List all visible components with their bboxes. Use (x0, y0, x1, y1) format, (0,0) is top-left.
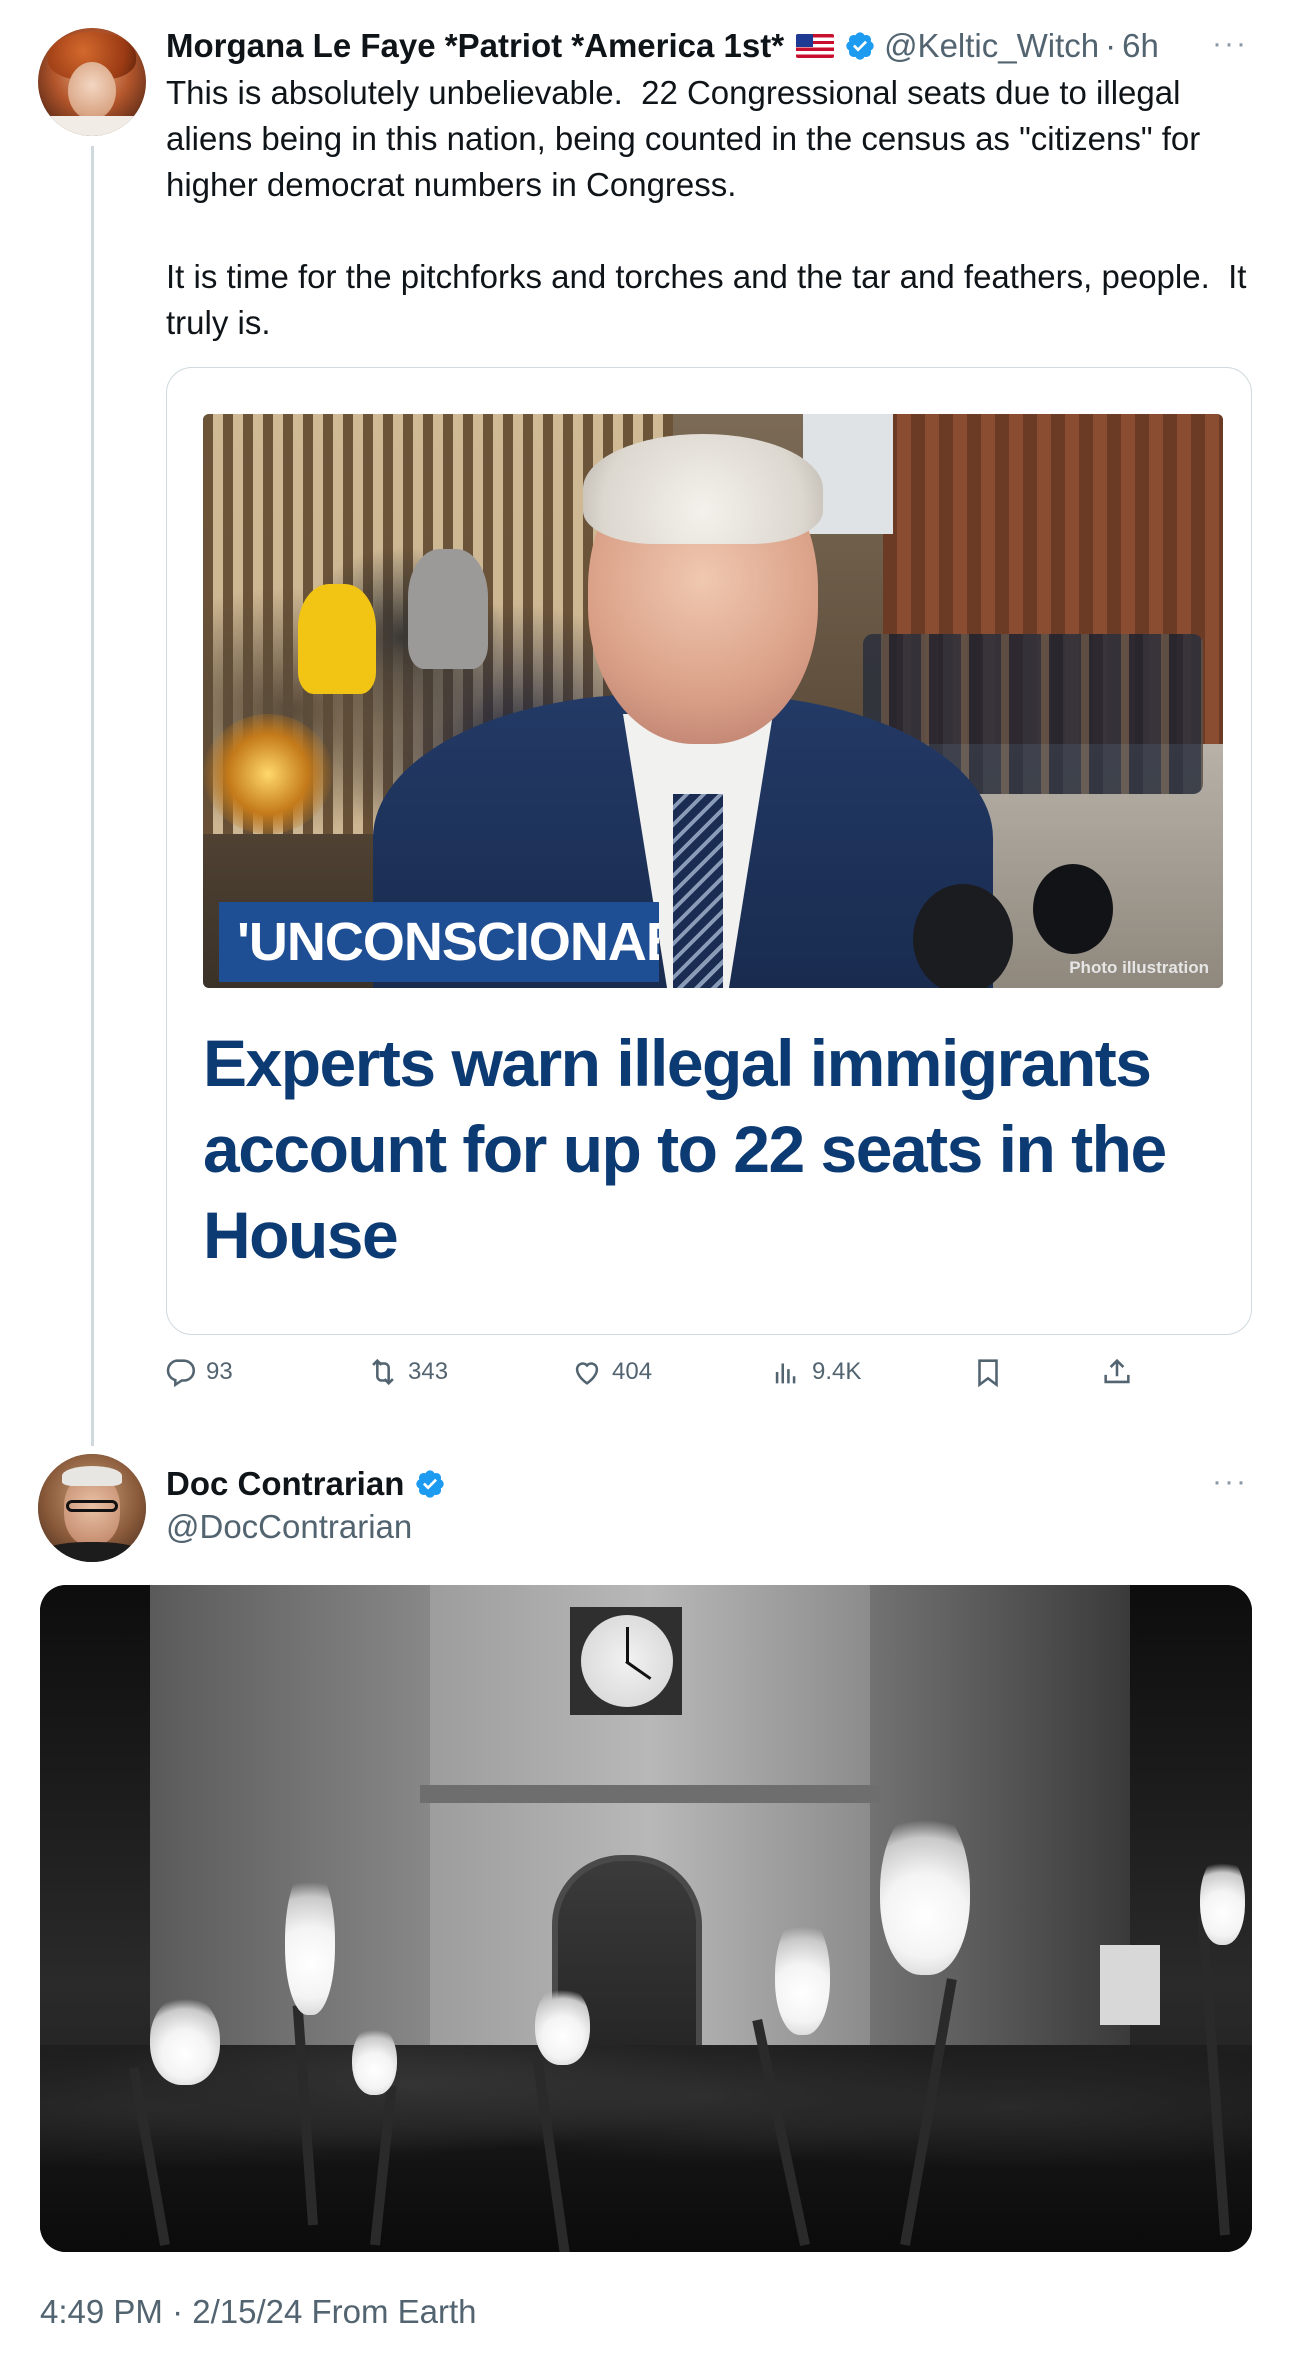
reply-count: 93 (206, 1358, 233, 1385)
post-timestamp[interactable]: 4:49 PM · 2/15/24 From Earth (40, 2292, 477, 2332)
more-options-icon[interactable]: ··· (1210, 29, 1250, 59)
verified-badge-icon[interactable] (414, 1468, 446, 1500)
tweet1-header: Morgana Le Faye *Patriot *America 1st* @… (166, 26, 1159, 66)
link-card[interactable]: 'UNCONSCIONABLE' Photo illustration Expe… (166, 367, 1252, 1335)
share-icon (1104, 1358, 1130, 1384)
repost-button[interactable]: 343 (366, 1352, 448, 1392)
repost-count: 343 (408, 1358, 449, 1385)
card-image: 'UNCONSCIONABLE' Photo illustration (203, 414, 1223, 988)
like-button[interactable]: 404 (570, 1352, 652, 1392)
tweet2-photo[interactable] (40, 1585, 1252, 2252)
tweet-text: This is absolutely unbelievable. 22 Cong… (166, 74, 1247, 341)
views-icon (775, 1363, 796, 1384)
heart-icon (575, 1362, 599, 1385)
like-count: 404 (612, 1358, 653, 1385)
bookmark-icon (978, 1359, 998, 1388)
reply-button[interactable]: 93 (164, 1352, 233, 1392)
avatar-morgana[interactable] (38, 28, 146, 136)
view-count: 9.4K (812, 1358, 862, 1385)
reply-icon (166, 1359, 196, 1388)
us-flag-icon (796, 34, 835, 58)
post-time[interactable]: 6h (1122, 26, 1159, 66)
action-bar: 93 343 404 9.4K (0, 1352, 1291, 1392)
display-name[interactable]: Doc Contrarian (166, 1464, 404, 1504)
tweet2-header: Doc Contrarian (166, 1464, 446, 1504)
handle[interactable]: @DocContrarian (166, 1507, 412, 1547)
separator-dot: · (1105, 27, 1117, 64)
card-image-banner: 'UNCONSCIONABLE' (219, 902, 659, 982)
views-button[interactable]: 9.4K (770, 1352, 861, 1392)
handle[interactable]: @Keltic_Witch (884, 26, 1099, 66)
tweet-thread: Morgana Le Faye *Patriot *America 1st* @… (0, 0, 1291, 2358)
avatar-doc-contrarian[interactable] (38, 1454, 146, 1562)
thread-connector-line (91, 146, 94, 1446)
photo-credit: Photo illustration (1069, 958, 1209, 977)
share-button[interactable] (1100, 1352, 1142, 1392)
verified-badge-icon[interactable] (844, 30, 876, 62)
repost-icon (372, 1358, 394, 1386)
bookmark-button[interactable] (971, 1352, 1013, 1392)
more-options-icon[interactable]: ··· (1210, 1467, 1250, 1497)
display-name[interactable]: Morgana Le Faye *Patriot *America 1st* (166, 26, 784, 66)
card-headline: Experts warn illegal immigrants account … (203, 1026, 1167, 1272)
